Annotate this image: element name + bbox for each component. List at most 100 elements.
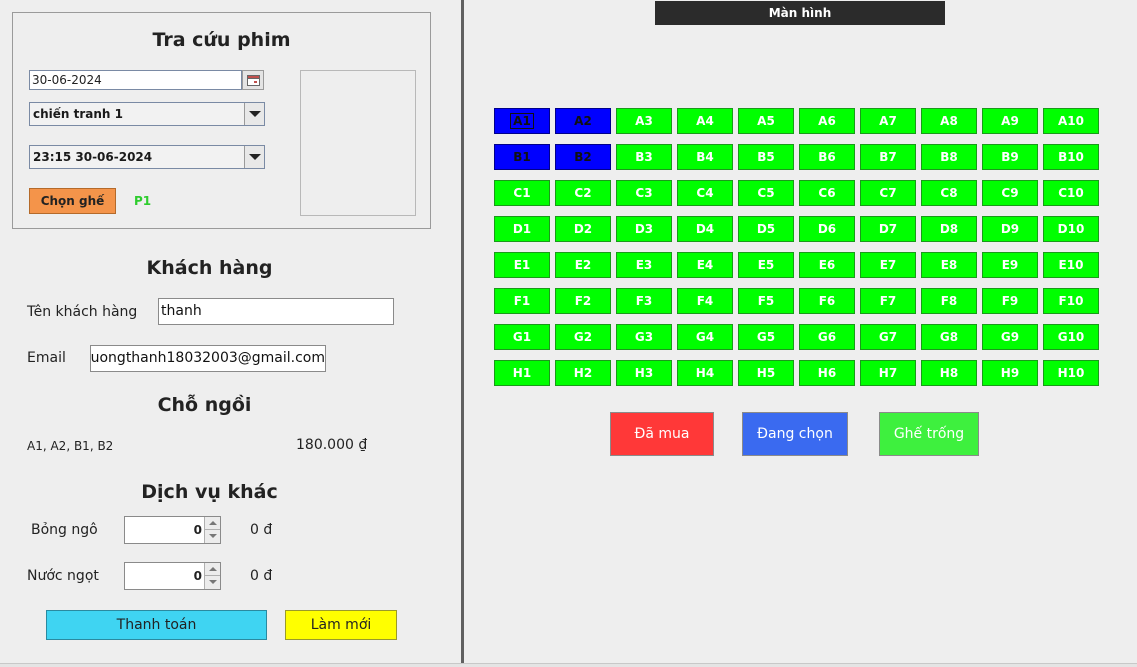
- seat-label: A1: [510, 113, 534, 129]
- seat-f8[interactable]: F8: [921, 288, 977, 314]
- seat-e6[interactable]: E6: [799, 252, 855, 278]
- seat-e7[interactable]: E7: [860, 252, 916, 278]
- seat-e3[interactable]: E3: [616, 252, 672, 278]
- chevron-down-icon[interactable]: [244, 146, 264, 168]
- seat-h7[interactable]: H7: [860, 360, 916, 386]
- seat-e2[interactable]: E2: [555, 252, 611, 278]
- seat-a8[interactable]: A8: [921, 108, 977, 134]
- seat-a1[interactable]: A1: [494, 108, 550, 134]
- seat-h10[interactable]: H10: [1043, 360, 1099, 386]
- seat-d8[interactable]: D8: [921, 216, 977, 242]
- seat-c7[interactable]: C7: [860, 180, 916, 206]
- seat-d10[interactable]: D10: [1043, 216, 1099, 242]
- seat-c1[interactable]: C1: [494, 180, 550, 206]
- seat-f6[interactable]: F6: [799, 288, 855, 314]
- seat-h9[interactable]: H9: [982, 360, 1038, 386]
- seat-f9[interactable]: F9: [982, 288, 1038, 314]
- seat-a3[interactable]: A3: [616, 108, 672, 134]
- seat-a9[interactable]: A9: [982, 108, 1038, 134]
- drink-quantity-stepper[interactable]: 0: [124, 562, 221, 590]
- seat-e4[interactable]: E4: [677, 252, 733, 278]
- seat-g3[interactable]: G3: [616, 324, 672, 350]
- seat-d1[interactable]: D1: [494, 216, 550, 242]
- showtime-select[interactable]: 23:15 30-06-2024: [29, 145, 265, 169]
- seat-e10[interactable]: E10: [1043, 252, 1099, 278]
- stepper-down-icon[interactable]: [204, 576, 220, 589]
- seat-b4[interactable]: B4: [677, 144, 733, 170]
- chevron-down-icon[interactable]: [244, 103, 264, 125]
- seat-b8[interactable]: B8: [921, 144, 977, 170]
- stepper-up-icon[interactable]: [204, 517, 220, 530]
- seat-g2[interactable]: G2: [555, 324, 611, 350]
- seat-b1[interactable]: B1: [494, 144, 550, 170]
- seat-h3[interactable]: H3: [616, 360, 672, 386]
- popcorn-quantity-stepper[interactable]: 0: [124, 516, 221, 544]
- seat-d7[interactable]: D7: [860, 216, 916, 242]
- seat-b3[interactable]: B3: [616, 144, 672, 170]
- seat-e1[interactable]: E1: [494, 252, 550, 278]
- seat-g6[interactable]: G6: [799, 324, 855, 350]
- panel-divider: [461, 0, 464, 667]
- movie-select[interactable]: chiến tranh 1: [29, 102, 265, 126]
- seat-c4[interactable]: C4: [677, 180, 733, 206]
- pay-button[interactable]: Thanh toán: [46, 610, 267, 640]
- seat-e5[interactable]: E5: [738, 252, 794, 278]
- seat-d9[interactable]: D9: [982, 216, 1038, 242]
- seat-e9[interactable]: E9: [982, 252, 1038, 278]
- seat-a4[interactable]: A4: [677, 108, 733, 134]
- seat-label: F4: [696, 294, 714, 308]
- seat-f2[interactable]: F2: [555, 288, 611, 314]
- seat-b2[interactable]: B2: [555, 144, 611, 170]
- date-field[interactable]: 30-06-2024: [29, 70, 242, 90]
- seat-g8[interactable]: G8: [921, 324, 977, 350]
- seat-a5[interactable]: A5: [738, 108, 794, 134]
- choose-seat-button[interactable]: Chọn ghế: [29, 188, 116, 214]
- seat-d6[interactable]: D6: [799, 216, 855, 242]
- reset-button[interactable]: Làm mới: [285, 610, 397, 640]
- seat-h2[interactable]: H2: [555, 360, 611, 386]
- seat-h1[interactable]: H1: [494, 360, 550, 386]
- seat-d5[interactable]: D5: [738, 216, 794, 242]
- seat-d3[interactable]: D3: [616, 216, 672, 242]
- seat-b5[interactable]: B5: [738, 144, 794, 170]
- seat-g1[interactable]: G1: [494, 324, 550, 350]
- stepper-down-icon[interactable]: [204, 530, 220, 543]
- seat-b10[interactable]: B10: [1043, 144, 1099, 170]
- seat-f4[interactable]: F4: [677, 288, 733, 314]
- seat-g4[interactable]: G4: [677, 324, 733, 350]
- seat-a2[interactable]: A2: [555, 108, 611, 134]
- seat-a7[interactable]: A7: [860, 108, 916, 134]
- seat-b9[interactable]: B9: [982, 144, 1038, 170]
- seat-c2[interactable]: C2: [555, 180, 611, 206]
- seat-f5[interactable]: F5: [738, 288, 794, 314]
- seat-b7[interactable]: B7: [860, 144, 916, 170]
- seat-b6[interactable]: B6: [799, 144, 855, 170]
- calendar-button[interactable]: [242, 70, 264, 90]
- stepper-up-icon[interactable]: [204, 563, 220, 576]
- seat-g7[interactable]: G7: [860, 324, 916, 350]
- seat-h5[interactable]: H5: [738, 360, 794, 386]
- customer-name-input[interactable]: thanh: [158, 298, 394, 325]
- seat-c9[interactable]: C9: [982, 180, 1038, 206]
- seat-h8[interactable]: H8: [921, 360, 977, 386]
- seat-a6[interactable]: A6: [799, 108, 855, 134]
- seat-f10[interactable]: F10: [1043, 288, 1099, 314]
- seat-c8[interactable]: C8: [921, 180, 977, 206]
- seat-a10[interactable]: A10: [1043, 108, 1099, 134]
- seat-c6[interactable]: C6: [799, 180, 855, 206]
- seat-c10[interactable]: C10: [1043, 180, 1099, 206]
- seat-f1[interactable]: F1: [494, 288, 550, 314]
- seat-d4[interactable]: D4: [677, 216, 733, 242]
- seat-g10[interactable]: G10: [1043, 324, 1099, 350]
- seat-e8[interactable]: E8: [921, 252, 977, 278]
- seat-g9[interactable]: G9: [982, 324, 1038, 350]
- seat-f3[interactable]: F3: [616, 288, 672, 314]
- seat-h6[interactable]: H6: [799, 360, 855, 386]
- seat-d2[interactable]: D2: [555, 216, 611, 242]
- seat-f7[interactable]: F7: [860, 288, 916, 314]
- seat-g5[interactable]: G5: [738, 324, 794, 350]
- seat-c5[interactable]: C5: [738, 180, 794, 206]
- seat-h4[interactable]: H4: [677, 360, 733, 386]
- seat-c3[interactable]: C3: [616, 180, 672, 206]
- email-input[interactable]: phuongthanh18032003@gmail.com: [90, 345, 326, 372]
